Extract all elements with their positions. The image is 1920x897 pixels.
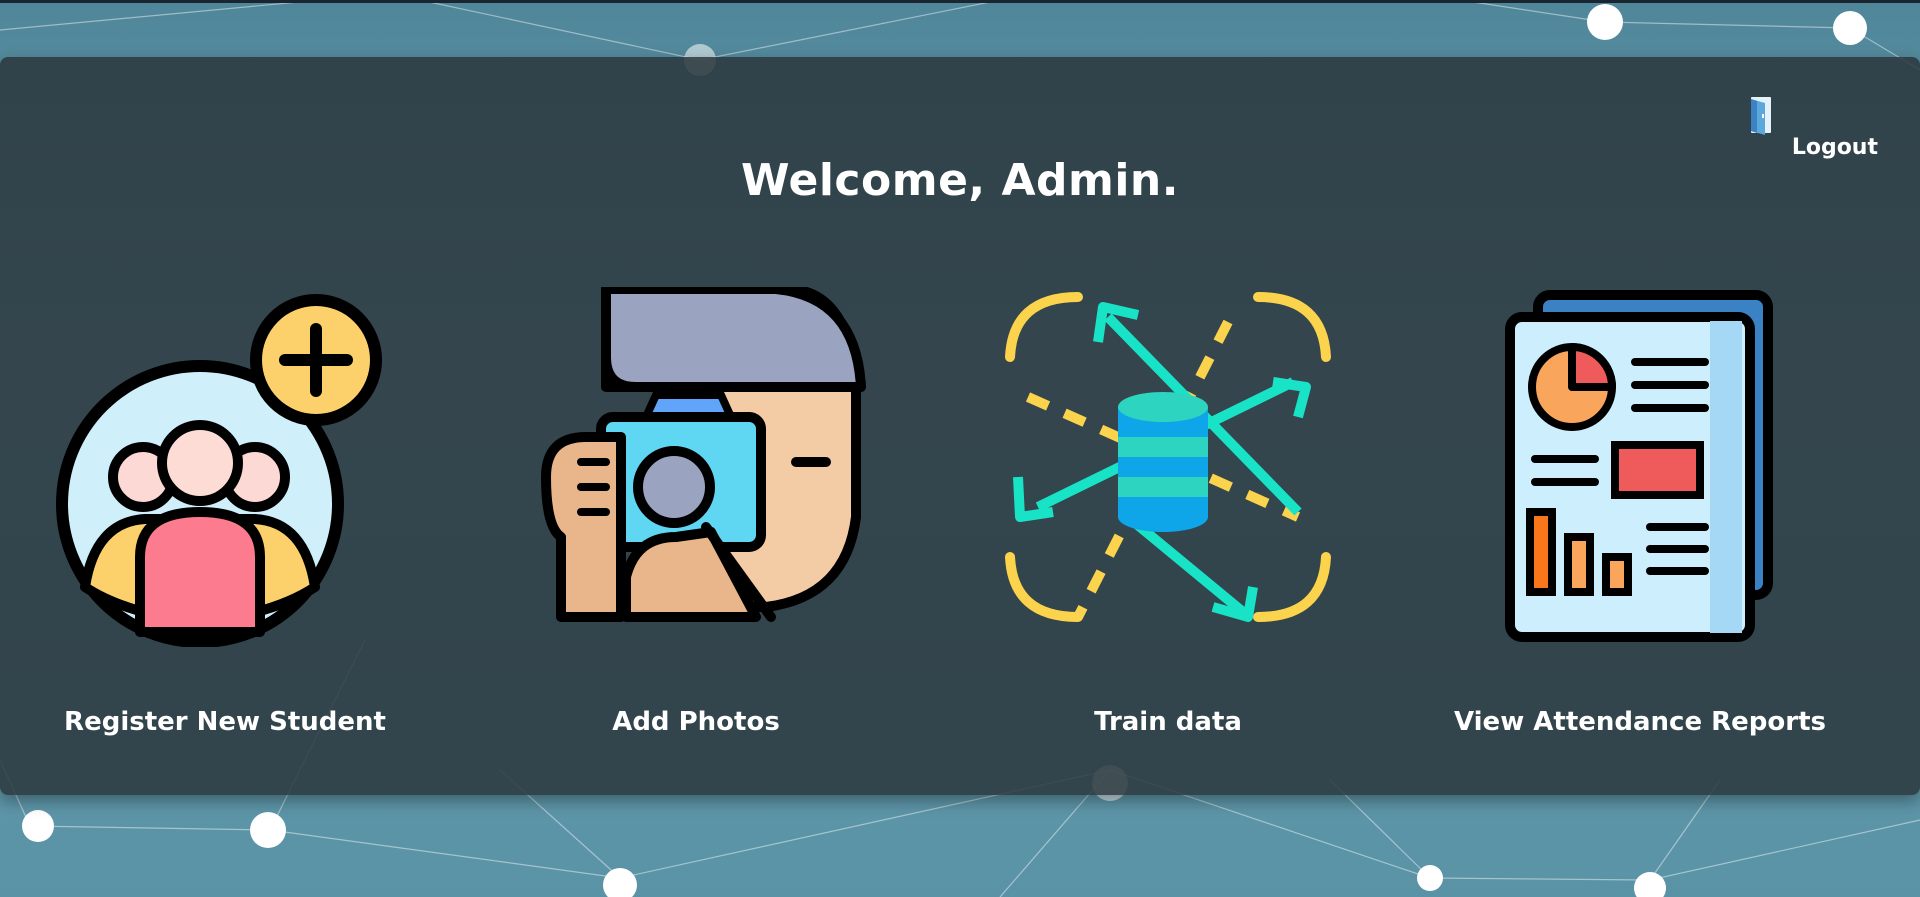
add-photos-card[interactable]: Add Photos: [506, 287, 886, 757]
register-student-card[interactable]: Register New Student: [35, 287, 415, 757]
logout-button[interactable]: Logout: [1750, 77, 1878, 160]
add-students-icon: [56, 294, 382, 647]
door-icon: [1751, 97, 1771, 135]
train-database-icon: [1005, 292, 1331, 622]
welcome-heading: Welcome, Admin.: [741, 155, 1179, 206]
attendance-reports-label: View Attendance Reports: [1453, 707, 1827, 737]
attendance-reports-card[interactable]: View Attendance Reports: [1450, 287, 1830, 757]
register-student-label: Register New Student: [64, 707, 386, 737]
top-bar: [0, 0, 1920, 3]
report-document-icon: [1505, 290, 1773, 642]
train-data-card[interactable]: Train data: [978, 287, 1358, 757]
dashboard-panel: Logout Welcome, Admin. Register New Stud…: [0, 57, 1920, 795]
photographer-icon: [541, 287, 866, 622]
train-data-label: Train data: [1094, 707, 1242, 737]
add-photos-label: Add Photos: [612, 707, 780, 737]
